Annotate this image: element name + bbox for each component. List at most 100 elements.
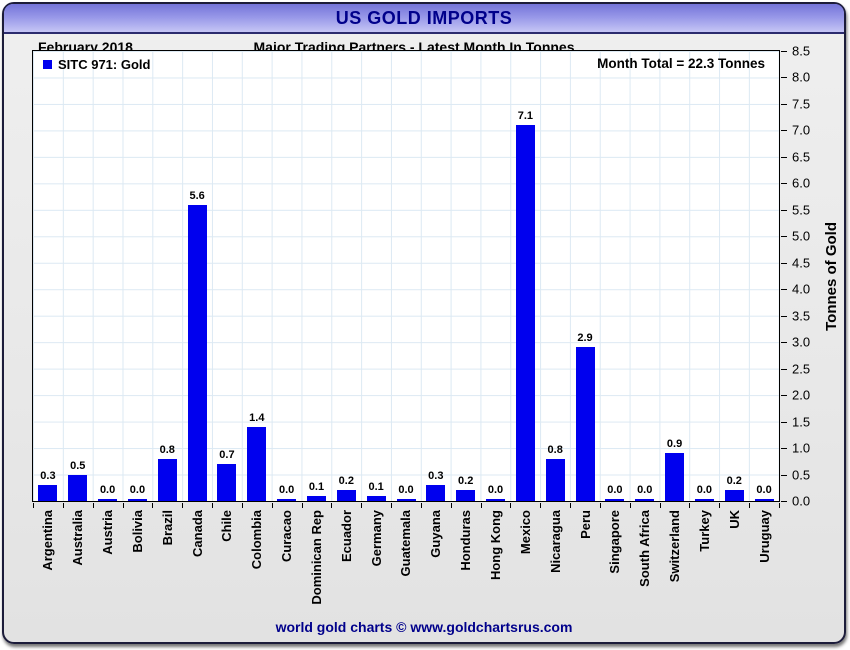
- bar-ecuador: [336, 490, 356, 501]
- y-tick-label: 0.0: [792, 493, 811, 509]
- x-tick: [361, 503, 363, 508]
- y-tick-label: 2.0: [792, 387, 811, 403]
- bar-mexico: [515, 125, 535, 501]
- y-tick: [781, 209, 787, 211]
- y-tick-label: 7.5: [792, 96, 811, 112]
- bar-value-label: 0.0: [756, 484, 772, 496]
- bar-value-label: 0.8: [159, 443, 175, 456]
- x-tick: [391, 503, 393, 508]
- x-tick: [480, 503, 482, 508]
- bar-value-label: 0.0: [398, 484, 414, 496]
- y-tick-label: 5.5: [792, 202, 811, 218]
- bar-value-label: 5.6: [189, 189, 205, 202]
- bar-peru: [575, 347, 595, 501]
- y-tick-label: 6.0: [792, 175, 811, 191]
- bar-value-label: 0.3: [40, 470, 56, 483]
- bar-bolivia: [127, 499, 147, 501]
- bar-south-africa: [635, 499, 655, 501]
- y-tick-label: 1.0: [792, 440, 811, 456]
- bar-australia: [68, 474, 88, 501]
- x-tick: [420, 503, 422, 508]
- x-tick: [301, 503, 303, 508]
- y-tick: [781, 156, 787, 158]
- y-axis-title: Tonnes of Gold: [822, 221, 840, 331]
- page-title: US GOLD IMPORTS: [335, 7, 513, 28]
- y-tick: [781, 315, 787, 317]
- bar-chile: [217, 463, 237, 501]
- bar-value-label: 0.0: [129, 484, 146, 496]
- footer-credit: world gold charts © www.goldchartsrus.co…: [275, 619, 573, 635]
- bar-austria: [98, 499, 118, 501]
- y-tick-label: 3.5: [792, 308, 811, 324]
- y-tick: [781, 289, 787, 291]
- x-tick: [779, 503, 780, 508]
- y-tick: [781, 448, 787, 450]
- y-tick-label: 8.5: [792, 43, 811, 59]
- bar-hong-kong: [486, 499, 506, 501]
- bar-uruguay: [754, 499, 774, 501]
- x-tick: [689, 503, 691, 508]
- x-tick: [629, 503, 631, 508]
- y-tick-label: 7.0: [792, 122, 811, 138]
- y-tick-label: 4.0: [792, 281, 811, 297]
- x-tick: [599, 503, 601, 508]
- chart-window: US GOLD IMPORTS February 2018 Major Trad…: [2, 2, 846, 644]
- bar-germany: [366, 495, 386, 501]
- x-tick: [749, 503, 751, 508]
- x-tick: [182, 503, 184, 508]
- title-bar: US GOLD IMPORTS: [4, 4, 844, 34]
- bar-value-label: 0.7: [219, 448, 235, 461]
- bar-guyana: [426, 485, 446, 501]
- bar-curacao: [277, 499, 297, 501]
- y-tick: [781, 51, 787, 52]
- y-tick: [781, 368, 787, 370]
- x-tick: [92, 503, 94, 508]
- bar-value-label: 7.1: [517, 110, 533, 123]
- y-tick: [781, 421, 787, 423]
- x-tick: [510, 503, 512, 508]
- legend-label: SITC 971: Gold: [58, 57, 151, 72]
- bar-uk: [724, 490, 744, 501]
- x-tick: [33, 503, 34, 508]
- y-tick-label: 5.0: [792, 228, 811, 244]
- y-tick-label: 8.0: [792, 69, 811, 85]
- x-tick: [570, 503, 572, 508]
- y-tick-label: 0.5: [792, 467, 811, 483]
- x-tick: [450, 503, 452, 508]
- bar-nicaragua: [545, 458, 565, 501]
- bar-value-label: 0.0: [637, 484, 653, 496]
- x-tick: [719, 503, 721, 508]
- bar-value-label: 0.5: [70, 459, 86, 472]
- x-tick: [659, 503, 661, 508]
- bar-dominican-rep: [306, 495, 326, 501]
- y-tick-label: 1.5: [792, 414, 811, 430]
- bar-honduras: [456, 490, 476, 501]
- y-tick: [781, 342, 787, 344]
- y-tick-label: 2.5: [792, 361, 811, 377]
- x-tick: [241, 503, 243, 508]
- y-tick-label: 3.0: [792, 334, 811, 350]
- x-tick: [212, 503, 214, 508]
- bar-value-label: 1.4: [249, 411, 265, 424]
- bar-turkey: [694, 499, 714, 501]
- y-tick: [781, 474, 787, 476]
- plot-area: SITC 971: Gold Month Total = 22.3 Tonnes…: [32, 50, 780, 502]
- bar-value-label: 0.0: [487, 484, 504, 496]
- legend-color-swatch: [43, 60, 52, 69]
- x-tick: [62, 503, 64, 508]
- y-tick: [781, 183, 787, 185]
- y-tick: [781, 77, 787, 79]
- y-tick-label: 6.5: [792, 149, 811, 165]
- x-tick: [122, 503, 124, 508]
- y-tick-label: 4.5: [792, 255, 811, 271]
- y-tick: [781, 236, 787, 238]
- legend: SITC 971: Gold: [43, 57, 150, 72]
- y-tick: [781, 130, 787, 132]
- y-tick: [781, 103, 787, 105]
- y-tick: [781, 501, 787, 502]
- x-tick: [152, 503, 154, 508]
- bar-switzerland: [665, 453, 685, 501]
- bar-colombia: [247, 426, 267, 501]
- bar-singapore: [605, 499, 625, 501]
- bar-guatemala: [396, 499, 416, 501]
